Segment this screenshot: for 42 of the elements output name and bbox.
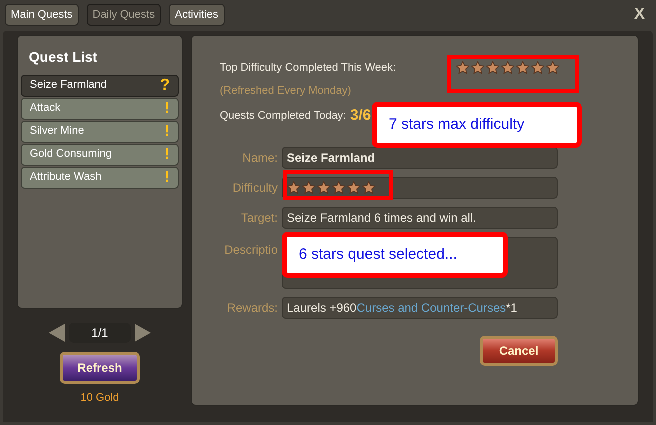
star-icon — [456, 60, 470, 75]
annotation-tooltip: 7 stars max difficulty — [372, 102, 582, 148]
star-icon — [516, 60, 530, 75]
star-icon — [317, 181, 331, 195]
field-label: Descriptio — [224, 243, 278, 257]
refresh-button[interactable]: Refresh — [60, 352, 140, 384]
completed-today-label: Quests Completed Today: — [220, 108, 346, 124]
panel-title: Quest List — [29, 48, 98, 64]
page-indicator: 1/1 — [69, 322, 131, 342]
star-icon — [347, 181, 361, 195]
star-icon — [471, 60, 485, 75]
quest-item[interactable]: Seize Farmland ? — [21, 74, 179, 96]
star-icon — [531, 60, 545, 75]
refresh-note: (Refreshed Every Monday) — [220, 84, 352, 99]
refresh-cost: 10 Gold — [80, 390, 120, 406]
name-field: Seize Farmland — [282, 147, 558, 169]
rewards-text: Laurels +960Curses and Counter-Curses*1 — [287, 300, 518, 317]
star-icon — [332, 181, 346, 195]
quest-item[interactable]: Attribute Wash ! — [21, 166, 179, 188]
star-icon — [486, 60, 500, 75]
completed-today-count: 3/6 — [350, 106, 372, 126]
star-icon — [501, 60, 515, 75]
tab[interactable]: Daily Quests — [86, 4, 162, 26]
top-difficulty-label: Top Difficulty Completed This Week: — [220, 60, 396, 76]
tab[interactable]: Activities — [169, 4, 225, 26]
tab[interactable]: Main Quests — [5, 4, 79, 26]
field-label: Name: — [242, 151, 278, 165]
close-button[interactable]: X — [634, 3, 645, 28]
star-icon — [546, 60, 560, 75]
quest-item[interactable]: Gold Consuming ! — [21, 144, 179, 166]
field-label: Rewards: — [227, 301, 278, 315]
star-icon — [302, 181, 316, 195]
quest-item[interactable]: Attack ! — [21, 98, 179, 120]
reward-item-link[interactable]: Curses and Counter-Curses — [356, 301, 506, 315]
cancel-button[interactable]: Cancel — [480, 336, 558, 366]
field-label: Difficulty — [232, 181, 278, 195]
quest-item[interactable]: Silver Mine ! — [21, 120, 179, 142]
target-field: Seize Farmland 6 times and win all. — [282, 207, 558, 229]
annotation-tooltip: 6 stars quest selected... — [282, 232, 508, 278]
star-icon — [362, 181, 376, 195]
star-icon — [287, 181, 301, 195]
field-label: Target: — [241, 211, 278, 225]
